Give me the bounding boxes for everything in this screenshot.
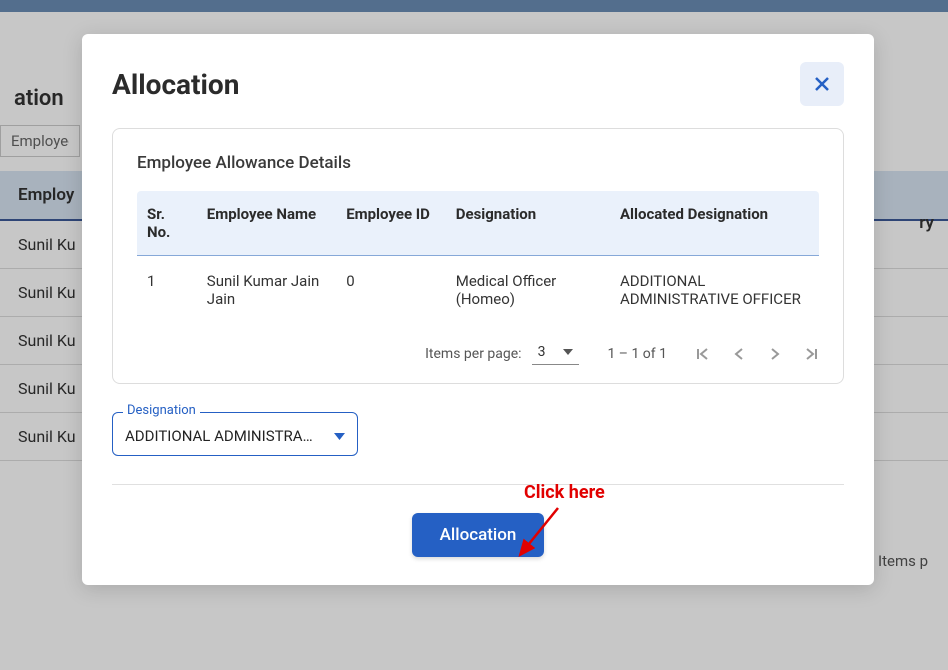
cell-name: Sunil Kumar Jain Jain [197, 256, 336, 324]
designation-select[interactable]: Designation ADDITIONAL ADMINISTRA… [112, 412, 358, 456]
ipp-label: Items per page: [425, 346, 521, 362]
last-page-icon [803, 346, 819, 362]
close-icon [812, 74, 832, 94]
allocation-modal: Allocation Employee Allowance Details Sr… [82, 34, 874, 585]
col-designation: Designation [446, 191, 610, 255]
first-page-button[interactable] [695, 346, 711, 362]
annotation-text: Click here [524, 482, 605, 503]
allowance-card: Employee Allowance Details Sr. No. Emplo… [112, 128, 844, 384]
table-row: 1 Sunil Kumar Jain Jain 0 Medical Office… [137, 256, 819, 324]
first-page-icon [695, 346, 711, 362]
col-id: Employee ID [336, 191, 446, 255]
cell-allocated: ADDITIONAL ADMINISTRATIVE OFFICER [610, 256, 819, 324]
chevron-right-icon [767, 346, 783, 362]
designation-value: ADDITIONAL ADMINISTRA… [125, 427, 313, 445]
modal-header: Allocation [112, 62, 844, 106]
col-name: Employee Name [197, 191, 336, 255]
paginator-buttons [695, 346, 819, 362]
next-page-button[interactable] [767, 346, 783, 362]
last-page-button[interactable] [803, 346, 819, 362]
dropdown-icon [334, 433, 345, 440]
modal-title: Allocation [112, 68, 239, 101]
items-per-page: Items per page: 3 [425, 342, 579, 365]
designation-value-row: ADDITIONAL ADMINISTRA… [125, 427, 345, 445]
cell-id: 0 [336, 256, 446, 324]
ipp-value: 3 [538, 344, 546, 360]
col-allocated: Allocated Designation [610, 191, 819, 255]
prev-page-button[interactable] [731, 346, 747, 362]
divider [112, 484, 844, 485]
designation-label: Designation [123, 403, 200, 418]
allowance-table: Sr. No. Employee Name Employee ID Design… [137, 191, 819, 324]
col-sr: Sr. No. [137, 191, 197, 255]
page-range: 1 – 1 of 1 [607, 346, 667, 362]
paginator: Items per page: 3 1 – 1 of 1 [137, 342, 819, 365]
close-button[interactable] [800, 62, 844, 106]
cell-sr: 1 [137, 256, 197, 324]
table-header: Sr. No. Employee Name Employee ID Design… [137, 191, 819, 256]
designation-field-wrap: Designation ADDITIONAL ADMINISTRA… [112, 412, 844, 456]
chevron-left-icon [731, 346, 747, 362]
card-title: Employee Allowance Details [137, 153, 819, 173]
dropdown-icon [563, 349, 573, 355]
ipp-select[interactable]: 3 [532, 342, 580, 365]
action-row: Allocation [112, 513, 844, 557]
cell-designation: Medical Officer (Homeo) [446, 256, 610, 324]
allocation-button[interactable]: Allocation [412, 513, 545, 557]
